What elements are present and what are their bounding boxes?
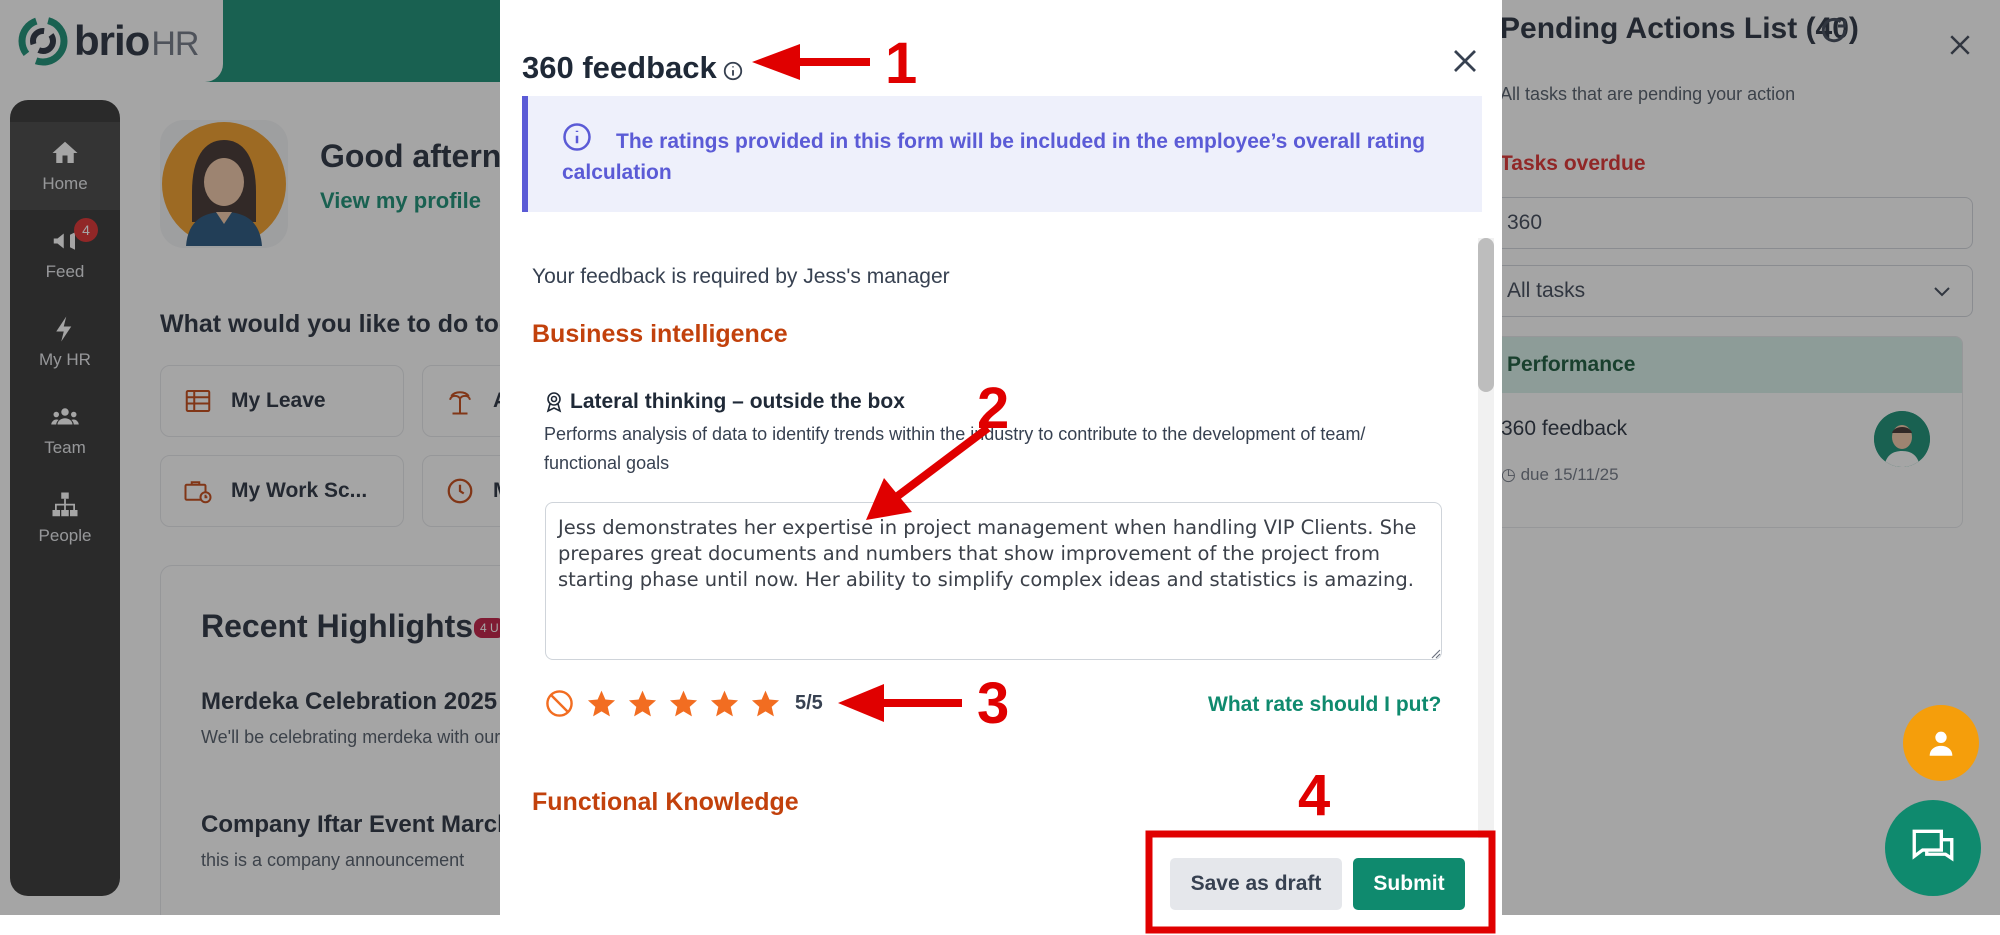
star-icon[interactable] [586, 688, 617, 719]
star-rating: 5/5 [545, 685, 823, 721]
feedback-textarea[interactable]: Jess demonstrates her expertise in proje… [545, 502, 1442, 660]
award-badge-icon [546, 392, 562, 413]
annotation-number: 4 [1298, 763, 1331, 828]
annotation-number: 3 [977, 671, 1010, 736]
info-icon[interactable] [722, 60, 744, 82]
clear-rating-icon[interactable] [545, 689, 574, 718]
section-heading: Functional Knowledge [532, 788, 799, 816]
scrollbar-thumb[interactable] [1478, 238, 1494, 392]
chat-fab[interactable] [1885, 800, 1981, 896]
rating-value: 5/5 [795, 691, 823, 714]
resize-handle-icon[interactable] [1429, 647, 1441, 659]
feedback-required-text: Your feedback is required by Jess's mana… [532, 265, 950, 288]
section-heading: Business intelligence [532, 320, 788, 348]
competency-title-text: Lateral thinking – outside the box [570, 390, 905, 413]
submit-button[interactable]: Submit [1353, 858, 1465, 910]
feedback-modal: 360 feedback The ratings provided in thi… [500, 0, 1502, 935]
rating-help-link[interactable]: What rate should I put? [1208, 693, 1441, 717]
modal-title: 360 feedback [522, 50, 717, 85]
save-draft-button[interactable]: Save as draft [1170, 858, 1342, 910]
star-icon[interactable] [750, 688, 781, 719]
star-icon[interactable] [709, 688, 740, 719]
competency-title: Lateral thinking – outside the box [544, 390, 905, 414]
annotation-number: 2 [977, 376, 1010, 441]
star-icon[interactable] [627, 688, 658, 719]
chat-icon [1912, 829, 1954, 862]
stars-group [586, 688, 791, 719]
info-circle-icon [563, 123, 591, 151]
modal-footer-actions: Save as draft Submit [1170, 858, 1465, 910]
star-icon[interactable] [668, 688, 699, 719]
person-icon [1929, 731, 1953, 756]
annotation-number: 1 [885, 31, 918, 96]
close-icon[interactable] [1450, 46, 1480, 76]
rating-info-banner: The ratings provided in this form will b… [522, 96, 1482, 212]
profile-fab[interactable] [1903, 705, 1979, 781]
info-banner-text: The ratings provided in this form will b… [562, 130, 1426, 184]
